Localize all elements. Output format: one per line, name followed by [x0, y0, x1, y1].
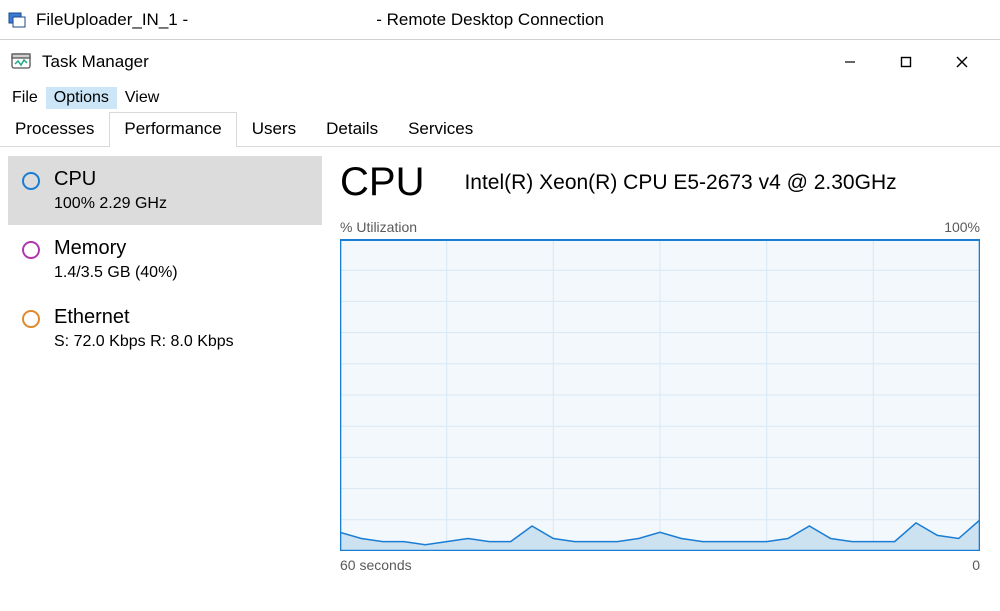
- sidebar-item-name: Memory: [54, 237, 178, 260]
- task-manager-icon: [10, 51, 32, 73]
- sidebar-item-sub: S: 72.0 Kbps R: 8.0 Kbps: [54, 333, 234, 351]
- sidebar-item-sub: 1.4/3.5 GB (40%): [54, 264, 178, 282]
- tab-services[interactable]: Services: [393, 112, 488, 147]
- chart-top-left-label: % Utilization: [340, 219, 417, 235]
- rdp-window-title: - Remote Desktop Connection: [376, 10, 604, 29]
- main-subtitle: Intel(R) Xeon(R) CPU E5-2673 v4 @ 2.30GH…: [464, 171, 896, 195]
- sidebar-item-name: CPU: [54, 168, 167, 191]
- menu-item-view[interactable]: View: [117, 87, 167, 109]
- menu-bar: FileOptionsView: [0, 84, 1000, 112]
- rdp-title-bar: FileUploader_IN_1 - - Remote Desktop Con…: [0, 0, 1000, 40]
- performance-sidebar: CPU 100% 2.29 GHz Memory 1.4/3.5 GB (40%) Et…: [0, 148, 330, 611]
- cpu-chart: [340, 239, 980, 551]
- rdp-host-name: FileUploader_IN_1 -: [36, 10, 188, 30]
- sidebar-bullet-icon: [22, 241, 40, 259]
- sidebar-item-name: Ethernet: [54, 306, 234, 329]
- menu-item-options[interactable]: Options: [46, 87, 117, 109]
- tab-details[interactable]: Details: [311, 112, 393, 147]
- window-title: Task Manager: [42, 52, 149, 72]
- task-manager-title-bar: Task Manager: [0, 40, 1000, 84]
- sidebar-item-ethernet[interactable]: Ethernet S: 72.0 Kbps R: 8.0 Kbps: [8, 294, 322, 363]
- menu-item-file[interactable]: File: [4, 87, 46, 109]
- sidebar-item-cpu[interactable]: CPU 100% 2.29 GHz: [8, 156, 322, 225]
- main-title: CPU: [340, 160, 424, 205]
- sidebar-bullet-icon: [22, 172, 40, 190]
- tab-users[interactable]: Users: [237, 112, 311, 147]
- performance-main: CPU Intel(R) Xeon(R) CPU E5-2673 v4 @ 2.…: [330, 148, 1000, 611]
- tab-processes[interactable]: Processes: [0, 112, 109, 147]
- maximize-button[interactable]: [878, 46, 934, 78]
- sidebar-item-sub: 100% 2.29 GHz: [54, 195, 167, 213]
- tab-bar: ProcessesPerformanceUsersDetailsServices: [0, 112, 1000, 148]
- chart-top-right-label: 100%: [944, 219, 980, 235]
- cpu-chart-area: % Utilization 100% 60 seconds 0: [340, 219, 980, 573]
- rdp-icon: [8, 11, 26, 29]
- tab-performance[interactable]: Performance: [109, 112, 236, 147]
- chart-bottom-right-label: 0: [972, 557, 980, 573]
- chart-bottom-left-label: 60 seconds: [340, 557, 412, 573]
- minimize-button[interactable]: [822, 46, 878, 78]
- close-button[interactable]: [934, 46, 990, 78]
- sidebar-bullet-icon: [22, 310, 40, 328]
- sidebar-item-memory[interactable]: Memory 1.4/3.5 GB (40%): [8, 225, 322, 294]
- performance-body: CPU 100% 2.29 GHz Memory 1.4/3.5 GB (40%) Et…: [0, 148, 1000, 611]
